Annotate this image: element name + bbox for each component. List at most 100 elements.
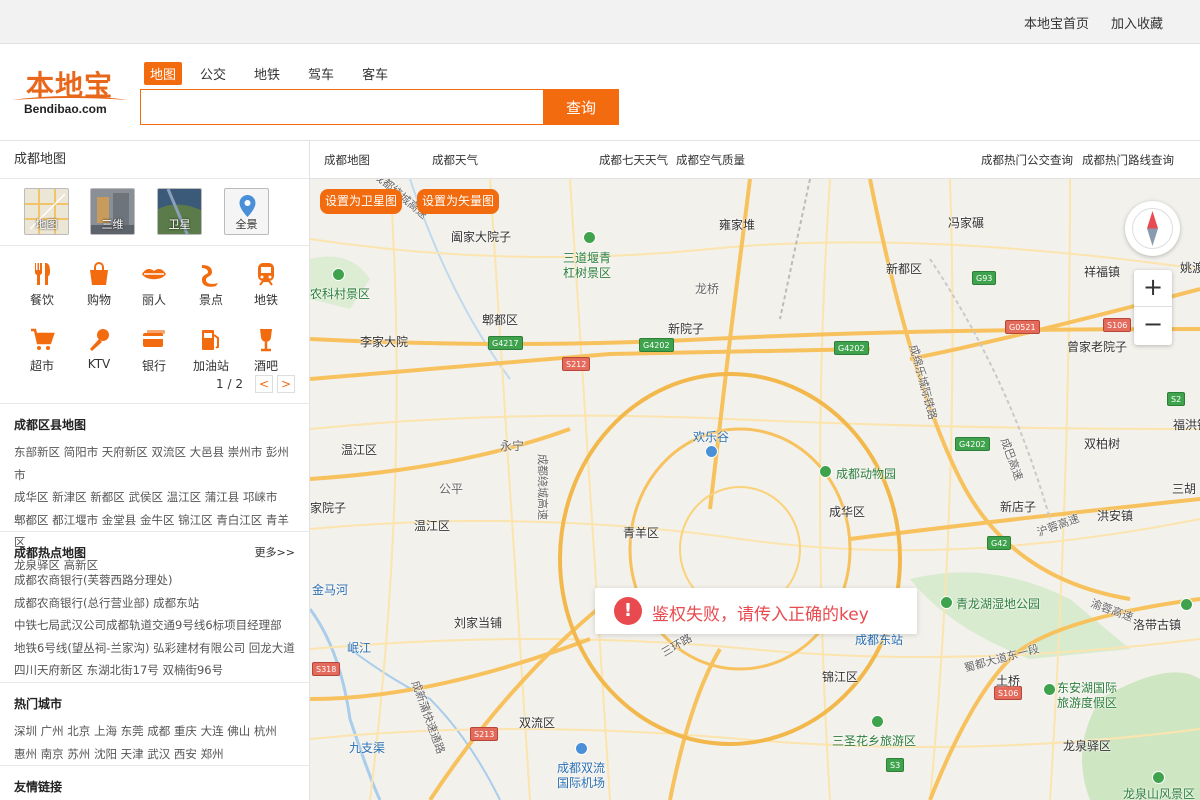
tab-coach[interactable]: 客车 <box>356 62 394 85</box>
zoo-marker-icon[interactable] <box>819 465 832 478</box>
tab-drive[interactable]: 驾车 <box>302 62 340 85</box>
park-marker-icon[interactable] <box>332 268 345 281</box>
map-label: 新店子 <box>1000 500 1037 514</box>
map-label: 九支渠 <box>349 741 386 755</box>
pager-prev-button[interactable]: < <box>255 375 273 393</box>
road-shield: G4202 <box>955 437 990 451</box>
sidebar-title: 成都地图 <box>0 141 309 179</box>
map-label: 洛带古镇 <box>1133 618 1182 632</box>
map-type-panorama[interactable]: 全景 <box>224 188 269 235</box>
districts-section: 成都区县地图 东部新区 简阳市 天府新区 双流区 大邑县 崇州市 彭州市 成华区… <box>0 404 309 572</box>
map-label: 姚渡 <box>1180 261 1200 275</box>
hot-spot-links-row[interactable]: 成都农商银行(芙蓉西路分理处) <box>14 569 295 592</box>
road-shield: S213 <box>470 727 499 741</box>
hot-spot-links-row[interactable]: 成都农商银行(总行营业部) 成都东站 <box>14 592 295 615</box>
map-type-map[interactable]: 地图 <box>24 188 69 235</box>
poi-gas-station[interactable]: 加油站 <box>183 327 239 374</box>
map-link-weather[interactable]: 成都天气 <box>432 152 478 168</box>
map-label: 金马河 <box>312 583 349 597</box>
metro-icon <box>258 263 274 286</box>
map-label: 成华区 <box>829 505 866 519</box>
poi-ktv[interactable]: KTV <box>71 327 127 371</box>
road-shield: G93 <box>972 271 997 285</box>
ancient-town-marker-icon[interactable] <box>1180 598 1193 611</box>
set-vector-button[interactable]: 设置为矢量图 <box>417 189 500 214</box>
scenic-area-marker-icon[interactable] <box>1152 771 1165 784</box>
hot-spots-list: 成都农商银行(芙蓉西路分理处) 成都农商银行(总行营业部) 成都东站 中铁七局武… <box>14 569 295 682</box>
map-label: 杠树景区 <box>563 266 612 280</box>
search-input[interactable] <box>140 89 544 125</box>
map-label: 公平 <box>439 482 464 496</box>
map-link-hot-bus[interactable]: 成都热门公交查询 <box>981 152 1073 168</box>
map-label: 土桥 <box>996 674 1021 688</box>
poi-attractions[interactable]: 景点 <box>183 261 239 308</box>
park-marker-icon[interactable] <box>583 231 596 244</box>
friend-links-title: 友情链接 <box>14 780 63 794</box>
zoom-control: + − <box>1134 270 1172 345</box>
set-satellite-button[interactable]: 设置为卫星图 <box>320 189 403 214</box>
map-label: 龙泉驿区 <box>1063 739 1112 753</box>
zoom-in-button[interactable]: + <box>1134 270 1172 307</box>
map-label: 刘家当铺 <box>454 616 503 630</box>
map-label: 锦江区 <box>822 670 859 684</box>
compass-control[interactable] <box>1125 201 1180 256</box>
map-label: 青龙湖湿地公园 <box>956 597 1041 611</box>
favorite-link[interactable]: 加入收藏 <box>1111 13 1163 32</box>
poi-supermarket[interactable]: 超市 <box>14 327 70 374</box>
map-link-air-quality[interactable]: 成都空气质量 <box>676 152 745 168</box>
city-links-row[interactable]: 惠州 南京 苏州 沈阳 天津 武汉 西安 郑州 <box>14 743 295 766</box>
map-label: 双柏树 <box>1084 437 1121 451</box>
poi-category-grid: 餐饮 购物 丽人 景点 地铁 超市 KTV 银行 加油站 酒吧 1 / 2 < … <box>0 246 309 404</box>
tab-bus[interactable]: 公交 <box>194 62 232 85</box>
fork-knife-icon <box>34 263 50 285</box>
top-links: 本地宝首页 加入收藏 <box>1024 13 1163 32</box>
resort-marker-icon[interactable] <box>1043 683 1056 696</box>
amusement-marker-icon[interactable] <box>705 445 718 458</box>
map-type-3d[interactable]: 三维 <box>90 188 135 235</box>
poi-bar[interactable]: 酒吧 <box>238 327 294 374</box>
road-shield: S106 <box>1103 318 1132 332</box>
district-links-row[interactable]: 东部新区 简阳市 天府新区 双流区 大邑县 崇州市 彭州市 <box>14 441 295 486</box>
poi-dining[interactable]: 餐饮 <box>14 261 70 308</box>
tab-map[interactable]: 地图 <box>144 62 183 85</box>
compass-icon <box>1132 208 1173 249</box>
sidebar: 成都地图 地图 三维 卫星 全景 餐饮 购物 丽人 景点 地铁 超市 KTV 银… <box>0 141 310 800</box>
hot-spot-links-row[interactable]: 中铁七局武汉公司成都轨道交通9号线6标项目经理部 <box>14 614 295 637</box>
logo[interactable]: 本地宝 Bendibao.com <box>10 64 132 120</box>
airport-marker-icon[interactable] <box>575 742 588 755</box>
map-link-7day-weather[interactable]: 成都七天天气 <box>599 152 668 168</box>
poi-shopping[interactable]: 购物 <box>71 261 127 308</box>
hot-spots-more-link[interactable]: 更多>> <box>255 544 295 560</box>
map-type-satellite[interactable]: 卫星 <box>157 188 202 235</box>
map-label: 岷江 <box>347 641 372 655</box>
map-link-chengdu-map[interactable]: 成都地图 <box>324 152 370 168</box>
lips-icon <box>142 269 166 280</box>
road-shield: G4202 <box>834 341 869 355</box>
map-canvas[interactable]: G93 G0521 S106 G4217 S212 G4202 G4202 G4… <box>310 179 1200 800</box>
poi-beauty[interactable]: 丽人 <box>126 261 182 308</box>
fuel-pump-icon <box>202 330 219 350</box>
hot-spots-section: 成都热点地图 更多>> 成都农商银行(芙蓉西路分理处) 成都农商银行(总行营业部… <box>0 532 309 683</box>
wetland-park-marker-icon[interactable] <box>940 596 953 609</box>
pager-next-button[interactable]: > <box>277 375 295 393</box>
map-label: 永宁 <box>500 439 525 453</box>
home-link[interactable]: 本地宝首页 <box>1024 13 1089 32</box>
map-link-bar: 成都地图 成都天气 成都七天天气 成都空气质量 成都热门公交查询 成都热门路线查… <box>310 141 1200 179</box>
flower-town-marker-icon[interactable] <box>871 715 884 728</box>
tab-metro[interactable]: 地铁 <box>248 62 286 85</box>
hot-spot-links-row[interactable]: 地铁6号线(望丛祠-兰家沟) 弘彩建材有限公司 回龙大道 <box>14 637 295 660</box>
district-links-row[interactable]: 成华区 新津区 新都区 武侯区 温江区 蒲江县 邛崃市 <box>14 486 295 509</box>
map-link-hot-routes[interactable]: 成都热门路线查询 <box>1082 152 1174 168</box>
search-button[interactable]: 查询 <box>543 89 619 125</box>
city-links-row[interactable]: 深圳 广州 北京 上海 东莞 成都 重庆 大连 佛山 杭州 <box>14 720 295 743</box>
map-label: 祥福镇 <box>1084 265 1121 279</box>
zoom-out-button[interactable]: − <box>1134 307 1172 344</box>
poi-metro[interactable]: 地铁 <box>238 261 294 308</box>
hot-cities-title: 热门城市 <box>14 697 63 711</box>
hot-spot-links-row[interactable]: 四川天府新区 东湖北街17号 双楠街96号 <box>14 659 295 682</box>
poi-bank[interactable]: 银行 <box>126 327 182 374</box>
map-label: 欢乐谷 <box>693 430 730 444</box>
map-label: 家院子 <box>310 501 347 515</box>
top-bar: 本地宝首页 加入收藏 <box>0 0 1200 44</box>
road-shield: G4202 <box>639 338 674 352</box>
